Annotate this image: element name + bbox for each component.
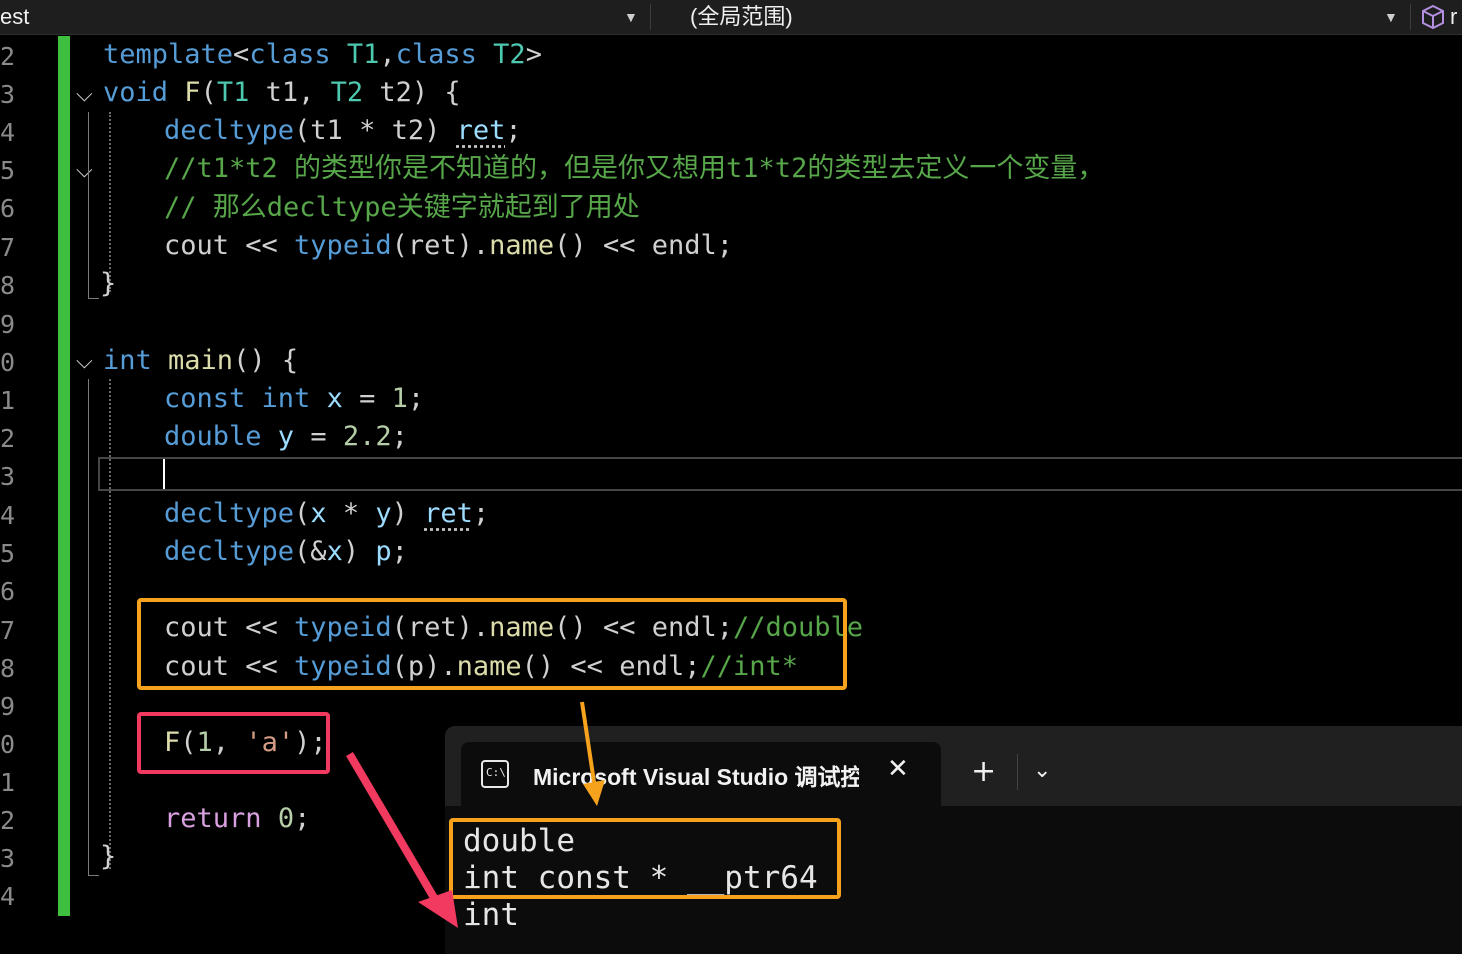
code-comment: // 那么decltype关键字就起到了用处 <box>164 192 640 223</box>
scope-bracket <box>88 379 99 876</box>
chevron-down-icon[interactable]: ▼ <box>1384 0 1398 34</box>
line-number: 5 <box>0 539 16 568</box>
line-number: 8 <box>0 271 16 300</box>
code-line: void F(T1 t1, T2 t2) { <box>103 77 461 108</box>
scope-combo[interactable]: (全局范围) ▼ <box>690 0 1402 34</box>
code-line: decltype(t1 * t2) ret; <box>164 115 522 146</box>
divider <box>650 4 651 30</box>
chevron-down-icon[interactable]: ▼ <box>624 0 638 34</box>
line-number: 3 <box>0 844 16 873</box>
line-number: 4 <box>0 118 16 147</box>
line-number: 4 <box>0 501 16 530</box>
line-number: 3 <box>0 462 16 491</box>
line-number: 2 <box>0 42 16 71</box>
highlight-box-f-call <box>137 712 330 774</box>
code-line: double y = 2.2; <box>164 421 408 452</box>
project-combo-value: est <box>0 4 30 29</box>
fold-toggle-icon[interactable]: ⌵ <box>76 82 93 107</box>
tab-title: Microsoft Visual Studio 调试控制台 <box>533 764 859 790</box>
chevron-down-icon[interactable]: ⌄ <box>1033 758 1051 783</box>
line-number: 9 <box>0 692 16 721</box>
current-line-highlight <box>98 457 1462 491</box>
code-line: int main() { <box>103 345 299 376</box>
navigation-bar: est ▼ (全局范围) ▼ r <box>0 0 1462 35</box>
cube-icon <box>1422 4 1444 30</box>
line-number: 7 <box>0 616 16 645</box>
code-line: return 0; <box>164 803 311 834</box>
highlight-box-typeid-lines <box>137 598 847 690</box>
line-number: 1 <box>0 386 16 415</box>
divider <box>1017 754 1018 790</box>
line-number: 6 <box>0 194 16 223</box>
code-line: template<class T1,class T2> <box>103 39 542 70</box>
line-number: 4 <box>0 882 16 911</box>
console-output-line: int <box>463 897 519 933</box>
code-line: } <box>100 268 117 299</box>
line-number: 5 <box>0 156 16 185</box>
change-tracking-bar <box>58 36 70 916</box>
line-number: 3 <box>0 80 16 109</box>
close-icon[interactable]: ✕ <box>887 754 909 784</box>
code-line: cout << typeid(ret).name() << endl; <box>164 230 733 261</box>
line-number: 0 <box>0 348 16 377</box>
console-icon: C:\ <box>481 760 509 788</box>
line-number: 8 <box>0 654 16 683</box>
terminal-tab[interactable]: C:\ Microsoft Visual Studio 调试控制台 ✕ <box>461 742 941 806</box>
scope-bracket <box>88 112 99 299</box>
line-number: 0 <box>0 730 16 759</box>
line-number: 6 <box>0 577 16 606</box>
new-tab-button[interactable]: + <box>971 754 996 790</box>
code-line: const int x = 1; <box>164 383 425 414</box>
line-number: 1 <box>0 768 16 797</box>
scope-combo-value: (全局范围) <box>690 4 793 29</box>
code-line: decltype(&x) p; <box>164 536 408 567</box>
line-number: 2 <box>0 806 16 835</box>
line-number: 2 <box>0 424 16 453</box>
member-combo-value[interactable]: r <box>1450 0 1457 34</box>
fold-toggle-icon[interactable]: ⌵ <box>76 349 93 374</box>
terminal-tab-bar: C:\ Microsoft Visual Studio 调试控制台 ✕ + ⌄ <box>445 726 1462 806</box>
code-line: decltype(x * y) ret; <box>164 498 490 529</box>
divider <box>1410 4 1411 30</box>
line-number: 9 <box>0 310 16 339</box>
line-number: 7 <box>0 233 16 262</box>
text-caret <box>163 459 165 489</box>
code-line: } <box>100 841 117 872</box>
indent-guide <box>109 379 111 869</box>
code-comment: //t1*t2 的类型你是不知道的，但是你又想用t1*t2的类型去定义一个变量， <box>164 153 1105 184</box>
project-combo[interactable]: est ▼ <box>0 0 640 34</box>
highlight-box-output <box>449 818 841 899</box>
